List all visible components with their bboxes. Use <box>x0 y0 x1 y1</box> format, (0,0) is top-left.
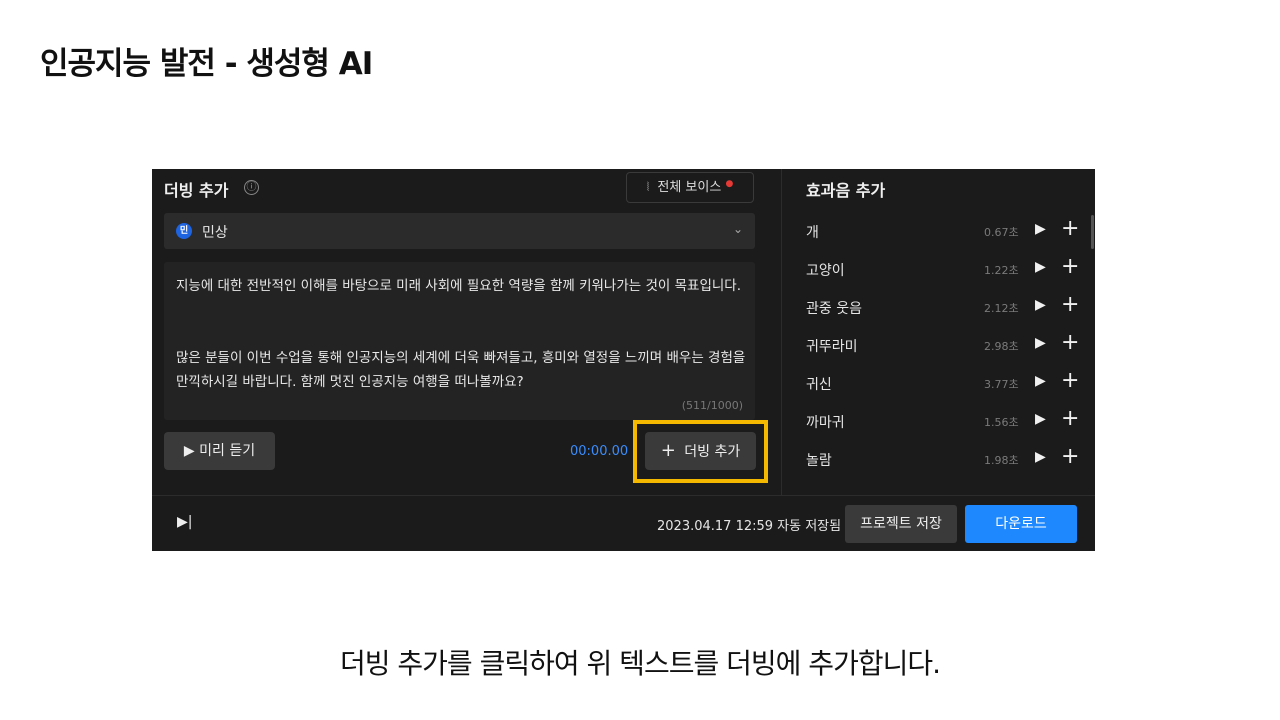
script-paragraph-2: 많은 분들이 이번 수업을 통해 인공지능의 세계에 더욱 빠져들고, 흥미와 … <box>176 350 746 390</box>
sfx-item: 고양이 1.22초 ▶ + <box>782 250 1096 288</box>
plus-icon[interactable]: + <box>1061 254 1079 279</box>
sfx-panel-title: 효과음 추가 <box>806 181 886 200</box>
sfx-item: 놀람 1.98초 ▶ + <box>782 440 1096 478</box>
plus-icon[interactable]: + <box>1061 330 1079 355</box>
sfx-name: 개 <box>806 225 819 241</box>
play-icon[interactable]: ▶ <box>1035 449 1046 465</box>
sfx-duration: 1.98초 <box>984 454 1019 467</box>
sfx-item: 귀뚜라미 2.98초 ▶ + <box>782 326 1096 364</box>
sfx-item: 관중 웃음 2.12초 ▶ + <box>782 288 1096 326</box>
sfx-duration: 2.12초 <box>984 302 1019 315</box>
play-icon: ▶ <box>183 443 195 459</box>
plus-icon[interactable]: + <box>1061 368 1079 393</box>
preview-label: 미리 듣기 <box>199 443 256 459</box>
char-count: (511/1000) <box>681 399 743 412</box>
plus-icon: + <box>660 440 676 461</box>
add-dub-button[interactable]: + 더빙 추가 <box>645 432 756 470</box>
plus-icon[interactable]: + <box>1061 292 1079 317</box>
sfx-duration: 1.56초 <box>984 416 1019 429</box>
all-voices-button[interactable]: ⦚ 전체 보이스 ● <box>626 172 754 203</box>
all-voices-label: 전체 보이스 <box>657 180 722 195</box>
dubbing-editor: 더빙 추가 ⓘ ⦚ 전체 보이스 ● 민 민상 ⌄ 지능에 대한 전반적인 이해… <box>152 169 1095 551</box>
plus-icon[interactable]: + <box>1061 444 1079 469</box>
sfx-item: 개 0.67초 ▶ + <box>782 212 1096 250</box>
play-icon[interactable]: ▶ <box>1035 297 1046 313</box>
sfx-name: 귀뚜라미 <box>806 339 858 355</box>
play-icon[interactable]: ▶ <box>1035 411 1046 427</box>
sfx-list: 개 0.67초 ▶ + 고양이 1.22초 ▶ + 관중 웃음 2.12초 ▶ … <box>782 212 1096 478</box>
sfx-item: 까마귀 1.56초 ▶ + <box>782 402 1096 440</box>
slide-caption: 더빙 추가를 클릭하여 위 텍스트를 더빙에 추가합니다. <box>339 647 941 680</box>
plus-icon[interactable]: + <box>1061 216 1079 241</box>
script-paragraph-1: 지능에 대한 전반적인 이해를 바탕으로 미래 사회에 필요한 역량을 함께 키… <box>176 278 742 294</box>
voice-avatar: 민 <box>176 223 192 239</box>
waveform-icon: ⦚ <box>646 180 650 194</box>
sfx-duration: 2.98초 <box>984 340 1019 353</box>
sfx-name: 놀람 <box>806 453 832 469</box>
notification-dot: ● <box>725 179 734 189</box>
voice-name: 민상 <box>202 225 228 241</box>
download-button[interactable]: 다운로드 <box>965 505 1077 543</box>
sfx-name: 고양이 <box>806 263 845 279</box>
info-icon[interactable]: ⓘ <box>244 180 259 195</box>
dubbing-panel-title: 더빙 추가 <box>164 181 229 200</box>
sfx-duration: 1.22초 <box>984 264 1019 277</box>
sfx-panel: 효과음 추가 개 0.67초 ▶ + 고양이 1.22초 ▶ + 관중 웃음 2… <box>781 169 1096 495</box>
slide-title: 인공지능 발전 - 생성형 AI <box>40 46 373 82</box>
time-readout: 00:00.00 <box>570 444 629 459</box>
sfx-name: 귀신 <box>806 377 832 393</box>
sfx-duration: 0.67초 <box>984 226 1019 239</box>
preview-button[interactable]: ▶ 미리 듣기 <box>164 432 275 470</box>
footer-bar: ▶| 2023.04.17 12:59 자동 저장됨 프로젝트 저장 다운로드 <box>152 495 1095 552</box>
sfx-item: 귀신 3.77초 ▶ + <box>782 364 1096 402</box>
sfx-name: 관중 웃음 <box>806 301 862 317</box>
autosave-status: 2023.04.17 12:59 자동 저장됨 <box>657 519 842 534</box>
play-icon[interactable]: ▶ <box>1035 373 1046 389</box>
add-dub-label: 더빙 추가 <box>684 444 741 460</box>
play-icon[interactable]: ▶ <box>1035 221 1046 237</box>
play-icon[interactable]: ▶ <box>1035 335 1046 351</box>
dubbing-panel: 더빙 추가 ⓘ ⦚ 전체 보이스 ● 민 민상 ⌄ 지능에 대한 전반적인 이해… <box>152 169 780 495</box>
save-project-button[interactable]: 프로젝트 저장 <box>845 505 957 543</box>
play-to-end-icon[interactable]: ▶| <box>177 514 192 530</box>
sfx-duration: 3.77초 <box>984 378 1019 391</box>
sfx-name: 까마귀 <box>806 415 845 431</box>
play-icon[interactable]: ▶ <box>1035 259 1046 275</box>
voice-select[interactable]: 민 민상 ⌄ <box>164 213 755 249</box>
plus-icon[interactable]: + <box>1061 406 1079 431</box>
script-textarea[interactable]: 지능에 대한 전반적인 이해를 바탕으로 미래 사회에 필요한 역량을 함께 키… <box>164 262 755 420</box>
chevron-down-icon: ⌄ <box>732 222 743 236</box>
